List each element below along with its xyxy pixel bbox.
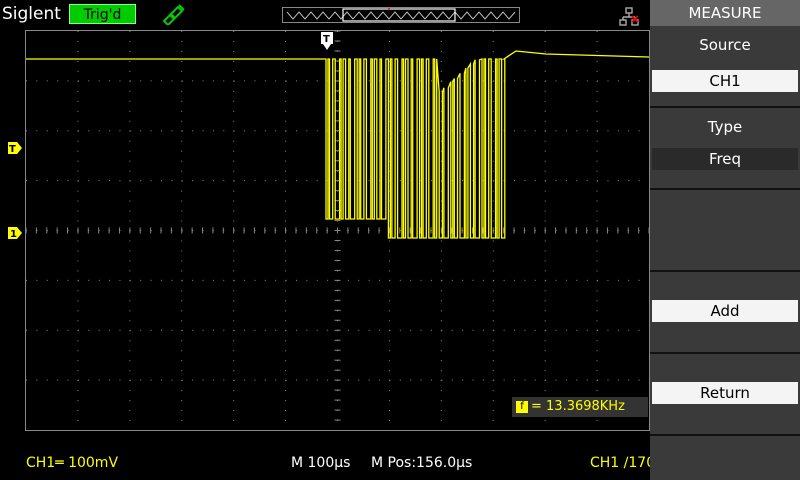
menu-title: MEASURE [650,0,800,26]
type-label: Type [707,118,743,136]
menu-divider [650,106,800,108]
channel1-trace [26,50,649,239]
horizontal-position: M Pos:156.0µs [371,455,473,471]
frequency-measurement-readout: f = 13.3698KHz [512,397,648,417]
timebase: M 100µs [291,455,351,471]
return-button[interactable]: Return [652,382,798,404]
source-label: Source [699,36,751,54]
menu-divider [650,188,800,190]
probe-icon [160,3,186,27]
channel1-ground-marker[interactable]: 1 [8,224,22,240]
ch1-volts-per-div: CH1═ 100mV [26,455,119,471]
memory-position-bar[interactable] [282,7,520,23]
network-icon [618,6,640,28]
frequency-value: = 13.3698KHz [531,399,625,414]
measure-menu: MEASURE Source CH1 Type Freq Add Return [650,0,800,480]
menu-divider [650,270,800,272]
frequency-icon: f [516,400,528,413]
waveform-display[interactable] [25,30,650,431]
trigger-status-badge: Trig'd [69,4,136,24]
brand-logo: Siglent [2,4,61,24]
source-button[interactable]: CH1 [652,70,798,92]
menu-divider [650,352,800,354]
trace-path [26,50,649,239]
type-button[interactable]: Freq [652,148,798,170]
trigger-level-marker-label: T [9,144,16,154]
channel1-marker-label: 1 [10,229,17,239]
add-button[interactable]: Add [652,300,798,322]
waveform-canvas [26,31,649,422]
menu-divider [650,434,800,436]
trigger-position-marker[interactable]: T [320,32,334,50]
graticule [26,31,649,422]
trigger-level-marker[interactable]: T [8,139,22,155]
trigger-position-marker-label: T [323,34,330,45]
